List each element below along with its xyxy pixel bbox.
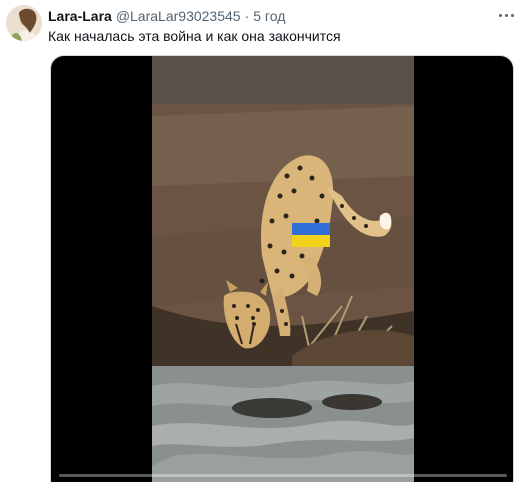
flag-blue (292, 223, 330, 235)
timestamp[interactable]: 5 год (253, 8, 285, 24)
tweet[interactable]: Lara-Lara @LaraLar93023545 · 5 год Как н… (0, 0, 524, 482)
display-name[interactable]: Lara-Lara (48, 8, 112, 24)
tweet-header: Lara-Lara @LaraLar93023545 · 5 год (48, 7, 285, 25)
video-frame (152, 56, 414, 482)
separator-dot: · (244, 8, 250, 24)
avatar[interactable] (6, 5, 42, 41)
flag-yellow (292, 235, 330, 247)
video-progress-bar[interactable] (59, 474, 507, 477)
cheetah-video-thumbnail (152, 56, 414, 482)
user-handle[interactable]: @LaraLar93023545 (116, 8, 241, 24)
video-player[interactable] (50, 55, 514, 482)
user-avatar-icon (6, 5, 42, 41)
tweet-text: Как началась эта война и как она закончи… (48, 28, 341, 44)
more-options-icon[interactable] (496, 6, 516, 24)
